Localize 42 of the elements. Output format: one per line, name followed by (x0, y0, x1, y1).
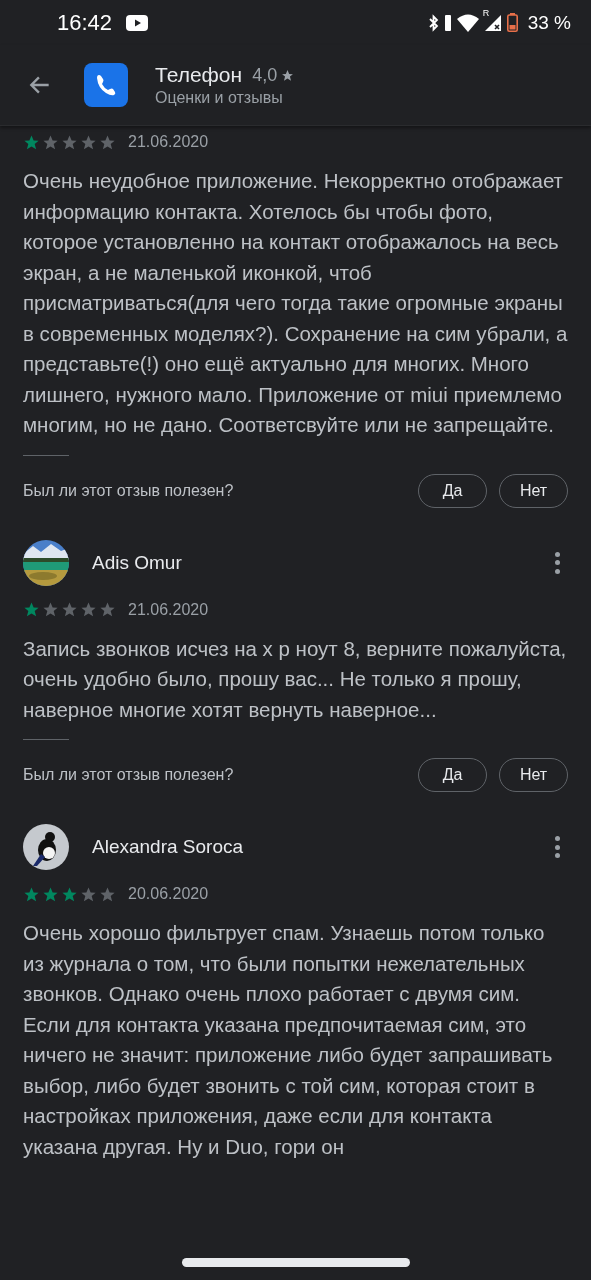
review-date: 21.06.2020 (128, 600, 209, 619)
gesture-bar[interactable] (181, 1257, 410, 1267)
star-icon (23, 133, 40, 151)
app-rating: 4,0 (252, 64, 278, 86)
review-text: Запись звонков исчез на х р ноут 8, верните пожалуйста, очень удобно было, прошу вас... Не только я прошу, наверное многие хотят вернуть наверное... (23, 635, 568, 723)
star-icon (61, 133, 78, 151)
device-battery-icon (444, 14, 451, 31)
star-icon (80, 133, 97, 151)
star-icon (42, 885, 59, 903)
star-icon (61, 601, 78, 618)
app-name: Телефон (155, 63, 243, 87)
star-icon (61, 885, 78, 903)
star-icon (99, 601, 116, 618)
star-icon (99, 885, 116, 903)
star-icon (23, 885, 40, 903)
author-name: Adis Omur (92, 551, 183, 574)
star-icon (42, 133, 59, 151)
battery-percent: 33 % (527, 11, 571, 34)
status-time: 16:42 (57, 9, 113, 36)
signal-icon (484, 14, 501, 31)
star-icon (80, 601, 97, 618)
page-subtitle: Оценки и отзывы (155, 89, 284, 107)
video-play-icon (126, 14, 149, 31)
star-icon (23, 601, 40, 618)
more-options-icon[interactable] (554, 551, 560, 574)
more-options-icon[interactable] (554, 836, 560, 858)
author-name: Alexandra Soroca (92, 836, 245, 858)
phone-app-icon (84, 63, 128, 107)
helpful-question: Был ли этот отзыв полезен? (23, 481, 235, 500)
review-text: Очень хорошо фильтрует спам. Узнаешь потом только из журнала о том, что были попытки нежелательных звонков. Однако очень плохо работает с двумя сим. Если для контакта указана предпочитаемая сим, это ничего не значит: приложение либо будет запрашивать выбор, либо будет звонить с той сим, которая стоит в настройках приложения, даже если для контакта указана другая. Ну и Duo, гори он (23, 920, 554, 1160)
review-text: Очень неудобное приложение. Некорректно отображает информацию контакта. Хотелось бы чтобы фото, которое установленно на контакт отображалось на весь экран, а не маленькой иконкой, чтоб присматриваться(для чего тогда такие огромные экраны в современных моделях?). Сохранение на сим убрали, а представьте(!) оно ещё актуально для многих. Много лишнего, нужного мало. Приложение от miui приемлемо многим, но не дано. Соответсвуйте или не запрещайте. (23, 168, 568, 438)
star-icon (281, 68, 295, 82)
star-icon (80, 885, 97, 903)
helpful-question: Был ли этот отзыв полезен? (23, 766, 235, 784)
review-date: 20.06.2020 (128, 885, 209, 903)
bluetooth-icon (428, 13, 439, 32)
wifi-icon (456, 13, 479, 32)
star-icon (42, 601, 59, 618)
review-date: 21.06.2020 (128, 133, 209, 151)
star-icon (99, 133, 116, 151)
battery-icon (506, 13, 518, 32)
roaming-mark: R (482, 7, 490, 18)
